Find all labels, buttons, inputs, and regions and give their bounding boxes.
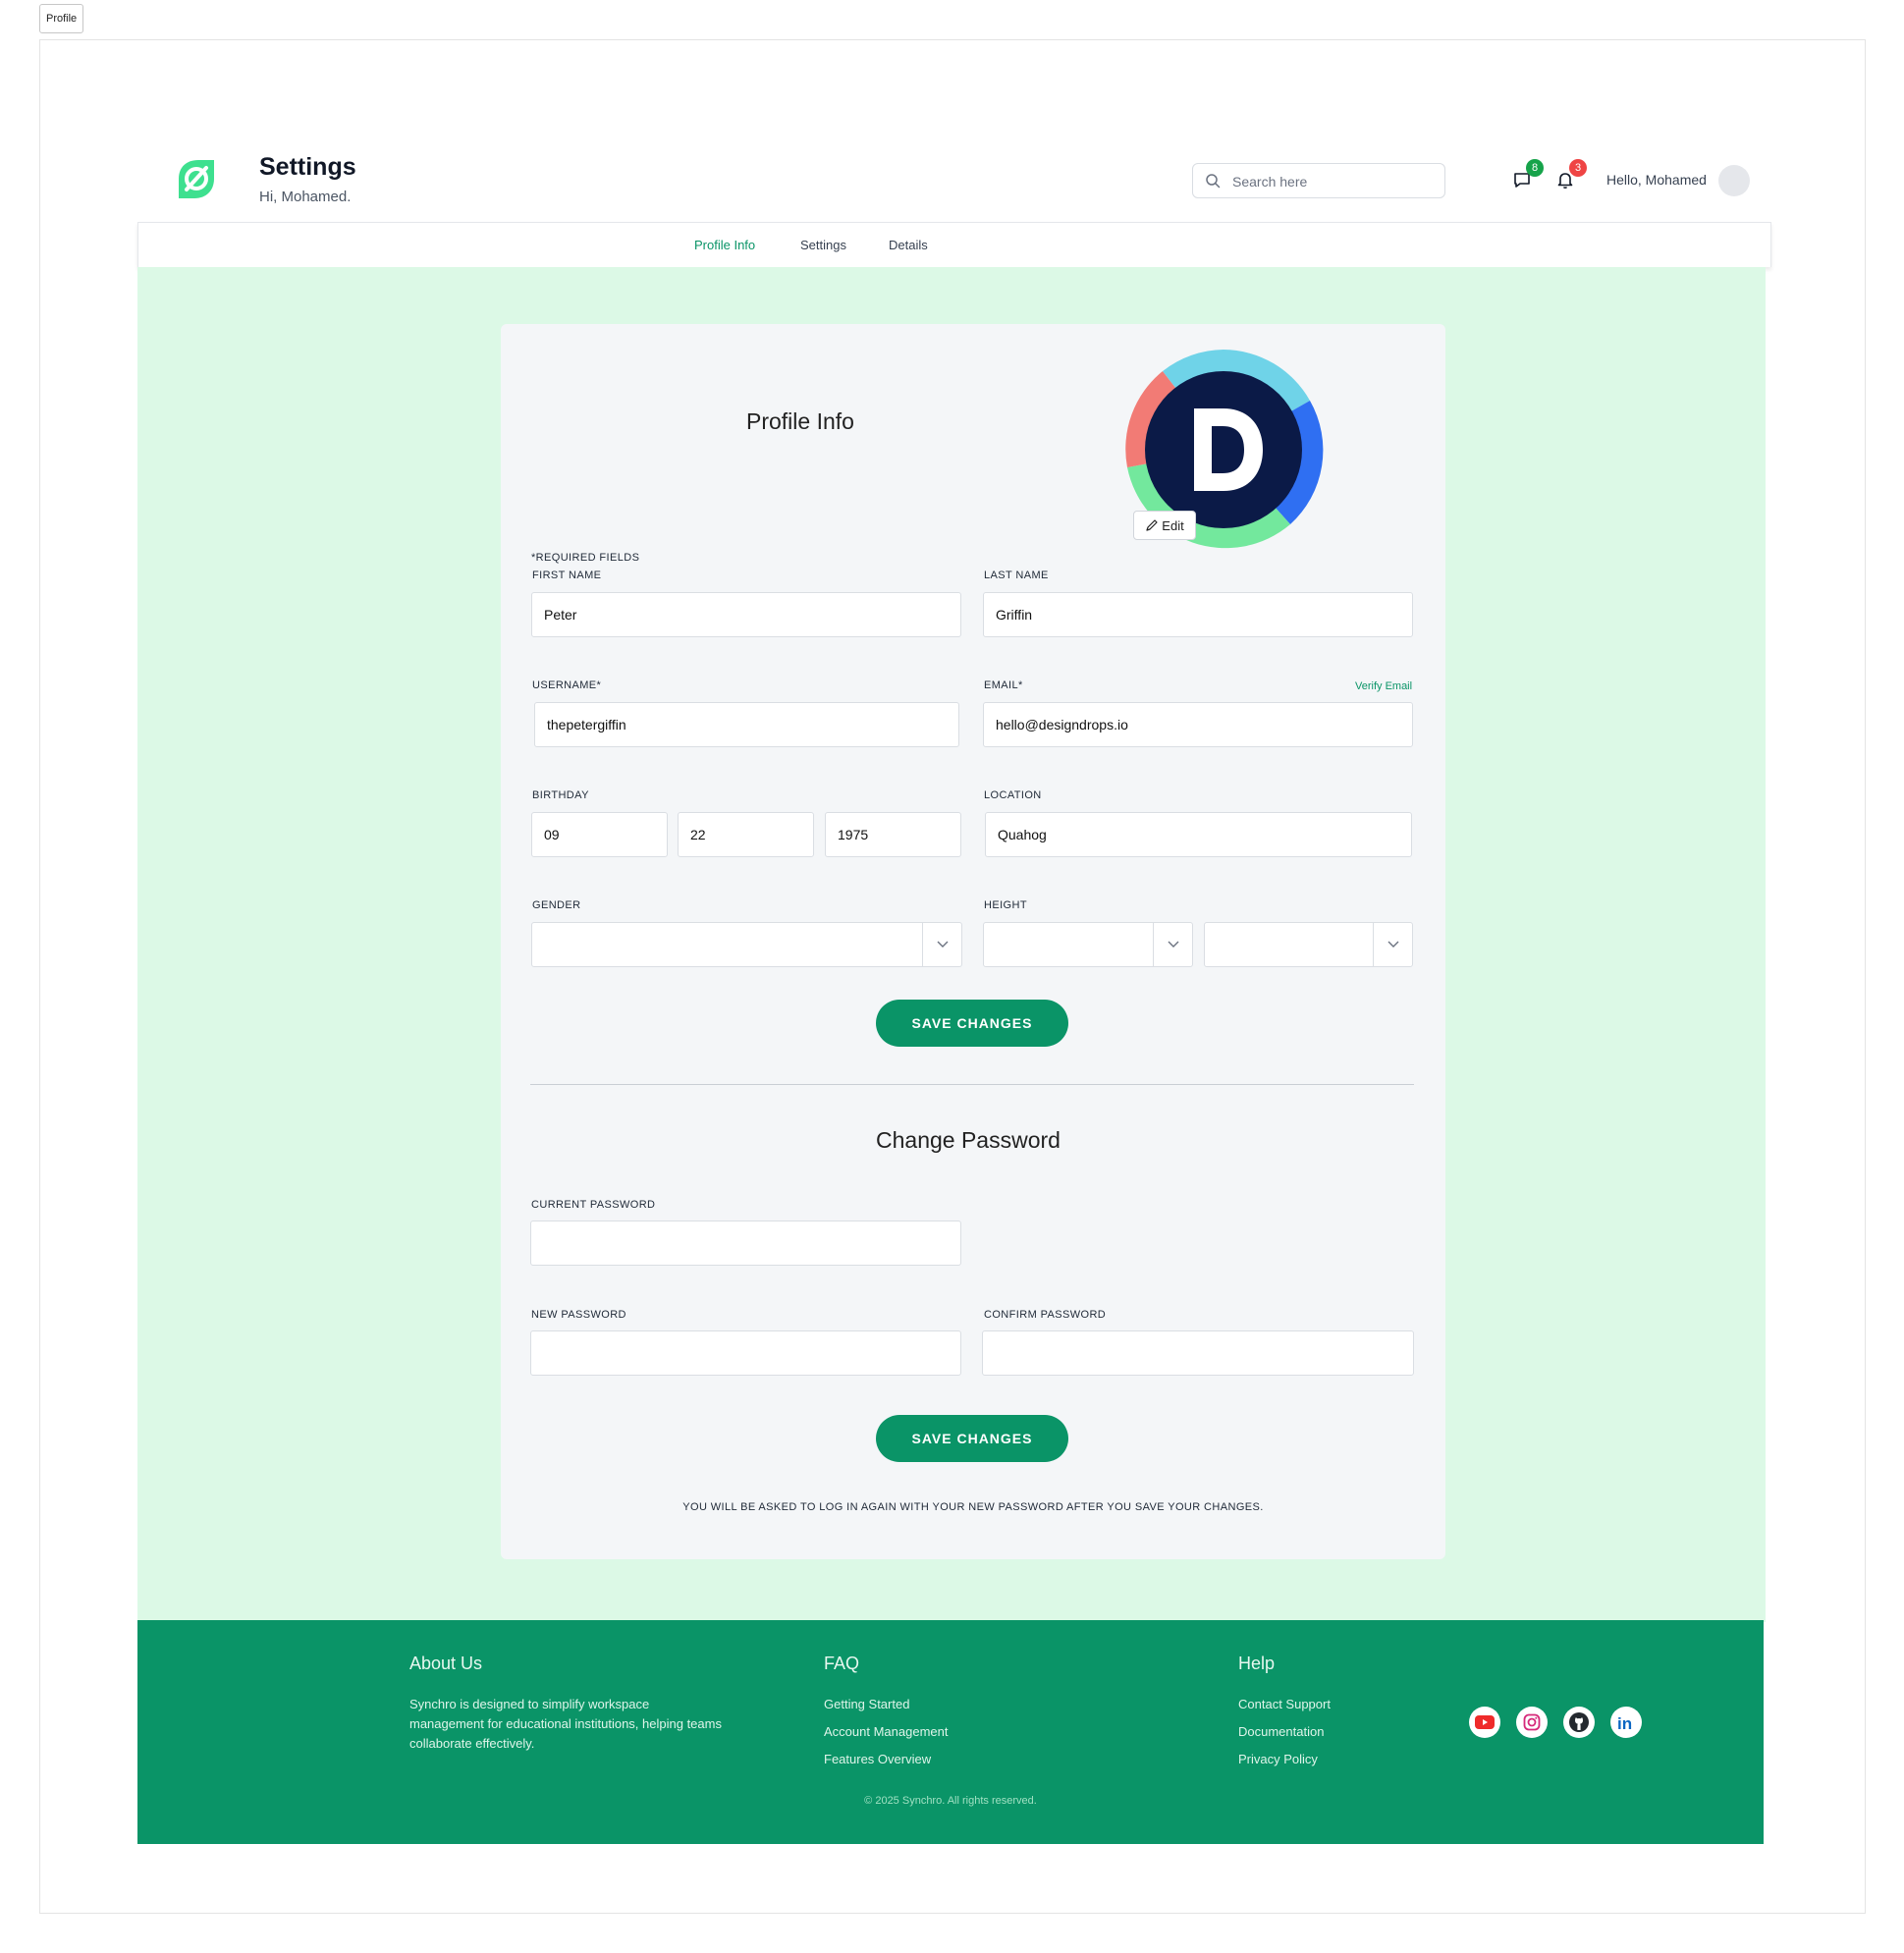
- footer-about-text: Synchro is designed to simplify workspac…: [409, 1697, 722, 1751]
- footer-help-title: Help: [1238, 1654, 1276, 1673]
- gender-label: GENDER: [532, 899, 581, 911]
- required-fields-note: *REQUIRED FIELDS: [531, 552, 640, 564]
- birthday-year-input[interactable]: [826, 813, 960, 856]
- confirm-password-field: [982, 1330, 1414, 1376]
- current-password-label: CURRENT PASSWORD: [531, 1199, 656, 1211]
- footer-link-contact-support[interactable]: Contact Support: [1238, 1697, 1331, 1711]
- birthday-year-field: [825, 812, 961, 857]
- footer: About Us Synchro is designed to simplify…: [137, 1620, 1764, 1844]
- birthday-label: BIRTHDAY: [532, 789, 589, 801]
- linkedin-icon[interactable]: in: [1610, 1707, 1642, 1738]
- footer-link-documentation[interactable]: Documentation: [1238, 1724, 1324, 1739]
- birthday-month-input[interactable]: [532, 813, 667, 856]
- height-feet-select[interactable]: [983, 922, 1193, 967]
- footer-link-getting-started[interactable]: Getting Started: [824, 1697, 909, 1711]
- email-label: EMAIL*: [984, 679, 1023, 691]
- instagram-icon[interactable]: [1516, 1707, 1548, 1738]
- search-icon: [1206, 174, 1221, 189]
- footer-about-title: About Us: [409, 1654, 483, 1673]
- new-password-field: [530, 1330, 961, 1376]
- last-name-input[interactable]: [984, 593, 1412, 636]
- username-field: [534, 702, 959, 747]
- tabs-bar: Profile Info Settings Details: [137, 222, 1771, 267]
- location-label: LOCATION: [984, 789, 1042, 801]
- location-input[interactable]: [986, 813, 1411, 856]
- footer-copyright: © 2025 Synchro. All rights reserved.: [864, 1795, 1037, 1807]
- confirm-password-label: CONFIRM PASSWORD: [984, 1309, 1107, 1321]
- birthday-day-input[interactable]: [679, 813, 813, 856]
- search-box: [1192, 163, 1445, 198]
- chevron-down-icon: [1373, 923, 1412, 966]
- page-subtitle: Hi, Mohamed.: [259, 189, 352, 205]
- birthday-month-field: [531, 812, 668, 857]
- email-field: [983, 702, 1413, 747]
- current-password-input[interactable]: [531, 1221, 960, 1265]
- page-title: Settings: [259, 153, 356, 181]
- messages-badge: 8: [1526, 159, 1544, 177]
- last-name-field: [983, 592, 1413, 637]
- save-password-button[interactable]: SAVE CHANGES: [876, 1415, 1068, 1462]
- password-relogin-note: YOU WILL BE ASKED TO LOG IN AGAIN WITH Y…: [682, 1501, 1264, 1513]
- change-password-title: Change Password: [876, 1127, 1061, 1153]
- first-name-input[interactable]: [532, 593, 960, 636]
- profile-info-title: Profile Info: [746, 408, 854, 434]
- footer-link-features-overview[interactable]: Features Overview: [824, 1752, 931, 1766]
- first-name-label: FIRST NAME: [532, 570, 602, 581]
- footer-faq-title: FAQ: [824, 1654, 860, 1673]
- last-name-label: LAST NAME: [984, 570, 1049, 581]
- user-avatar[interactable]: [1718, 165, 1750, 196]
- github-icon[interactable]: [1563, 1707, 1595, 1738]
- height-inches-select[interactable]: [1204, 922, 1413, 967]
- verify-email-link[interactable]: Verify Email: [1355, 680, 1412, 692]
- tab-profile-info[interactable]: Profile Info: [694, 238, 755, 252]
- pencil-icon: [1146, 519, 1158, 531]
- edit-label: Edit: [1162, 517, 1184, 533]
- email-input[interactable]: [984, 703, 1412, 746]
- birthday-day-field: [678, 812, 814, 857]
- username-label: USERNAME*: [532, 679, 602, 691]
- username-input[interactable]: [535, 703, 958, 746]
- chevron-down-icon: [922, 923, 961, 966]
- section-divider: [530, 1084, 1414, 1085]
- save-profile-button[interactable]: SAVE CHANGES: [876, 1000, 1068, 1047]
- confirm-password-input[interactable]: [983, 1331, 1413, 1375]
- height-label: HEIGHT: [984, 899, 1027, 911]
- chevron-down-icon: [1153, 923, 1192, 966]
- tab-settings[interactable]: Settings: [800, 238, 846, 252]
- gender-select[interactable]: [531, 922, 962, 967]
- youtube-icon[interactable]: [1469, 1707, 1500, 1738]
- location-field: [985, 812, 1412, 857]
- synchro-logo-icon: [179, 160, 214, 198]
- browser-tab[interactable]: Profile: [39, 4, 84, 33]
- footer-link-account-management[interactable]: Account Management: [824, 1724, 948, 1739]
- tab-details[interactable]: Details: [889, 238, 928, 252]
- new-password-label: NEW PASSWORD: [531, 1309, 626, 1321]
- first-name-field: [531, 592, 961, 637]
- edit-avatar-button[interactable]: Edit: [1133, 511, 1196, 540]
- footer-link-privacy-policy[interactable]: Privacy Policy: [1238, 1752, 1318, 1766]
- current-password-field: [530, 1221, 961, 1266]
- search-input[interactable]: [1232, 170, 1434, 193]
- notifications-badge: 3: [1569, 159, 1587, 177]
- svg-text:in: in: [1617, 1714, 1632, 1733]
- new-password-input[interactable]: [531, 1331, 960, 1375]
- user-greeting: Hello, Mohamed: [1606, 172, 1707, 188]
